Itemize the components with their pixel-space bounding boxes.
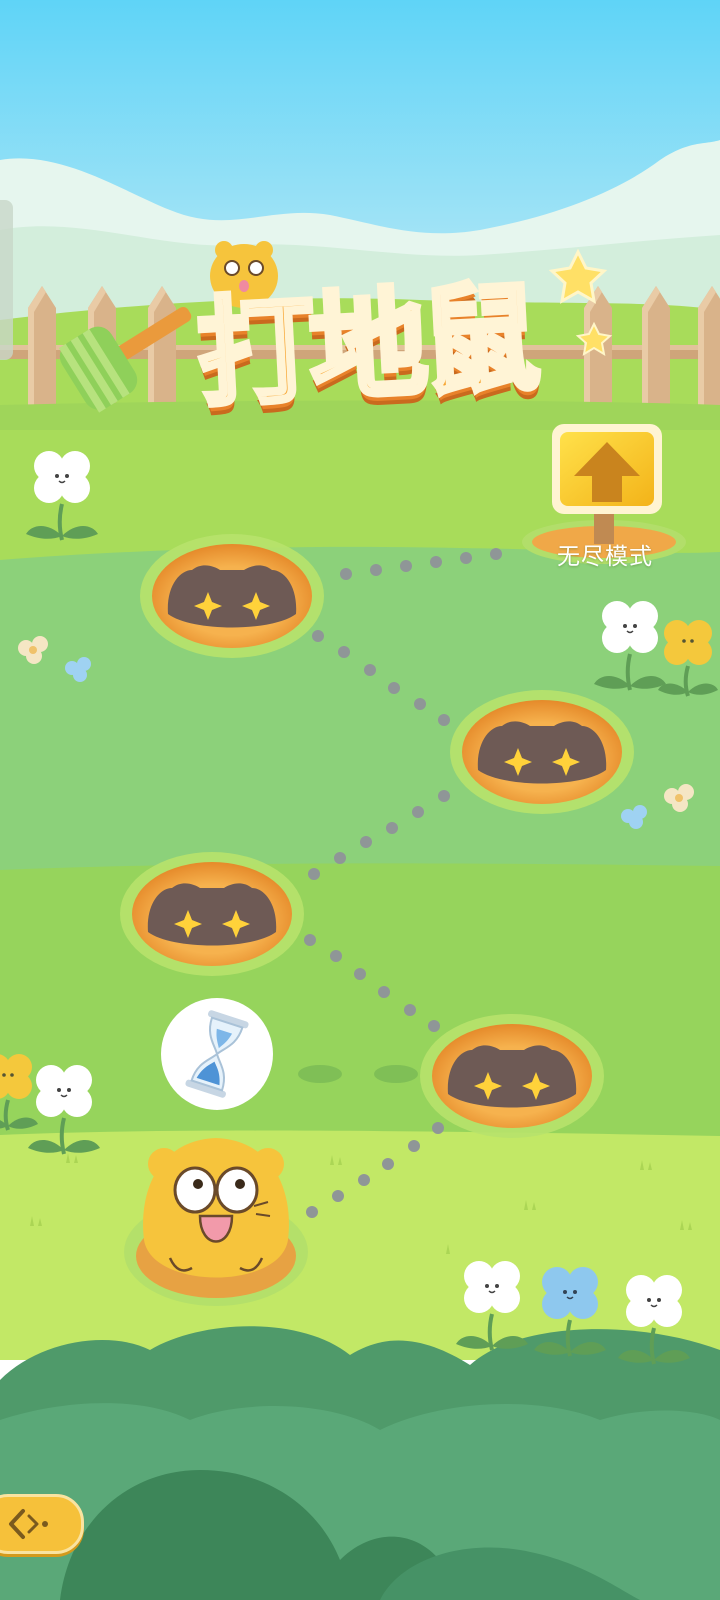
endless-mode-label[interactable]: 无尽模式 (520, 537, 690, 571)
timer-bubble (161, 998, 273, 1110)
side-drawer-handle[interactable] (0, 200, 13, 360)
level-hole-1[interactable] (140, 534, 324, 658)
back-arrow-icon (9, 1509, 48, 1539)
game-screen: 打地鼠 无尽模式 (0, 0, 720, 1600)
level-hole-3[interactable] (120, 852, 304, 976)
mole-character (124, 1138, 308, 1306)
game-title: 打地鼠 (192, 265, 540, 425)
game-scene (0, 0, 720, 1600)
level-hole-4[interactable] (420, 1014, 604, 1138)
back-button[interactable] (0, 1494, 84, 1554)
level-hole-2[interactable] (450, 690, 634, 814)
